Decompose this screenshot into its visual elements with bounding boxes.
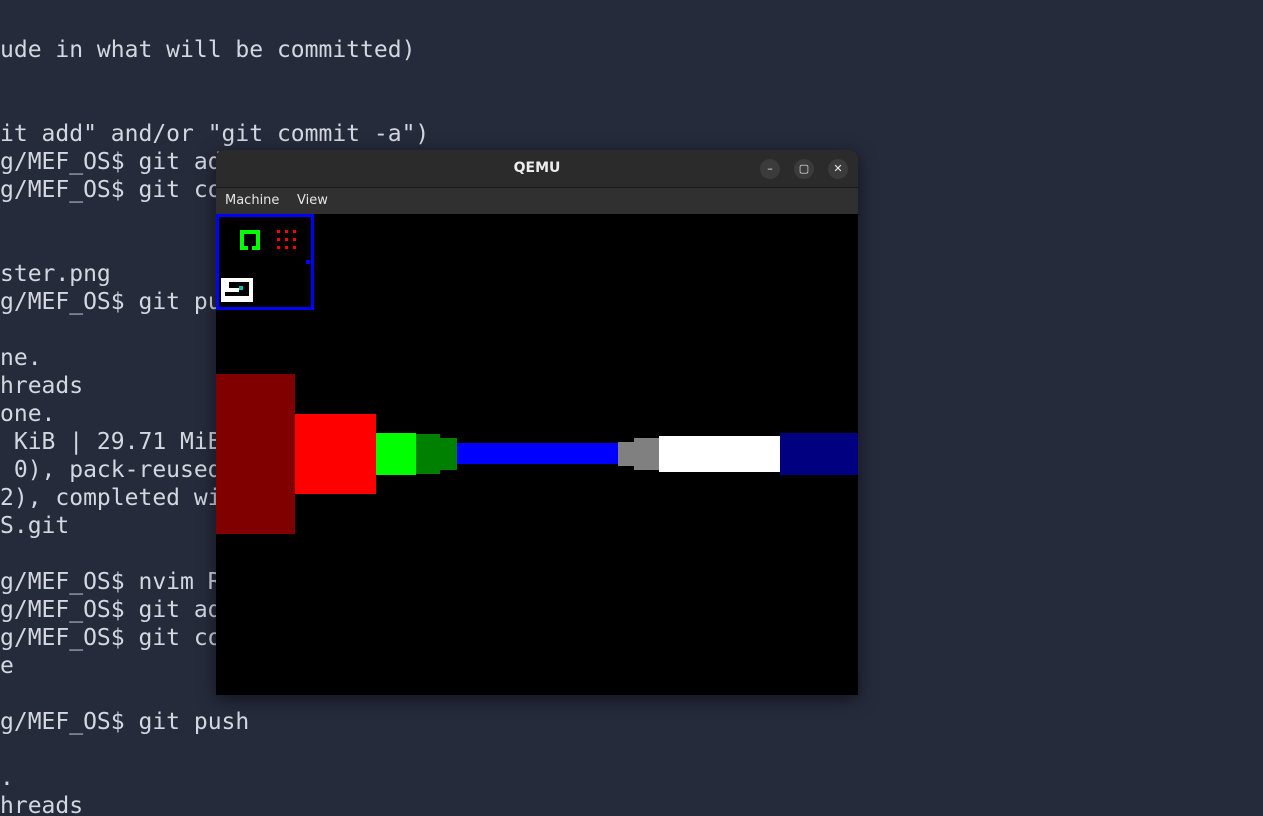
terminal-line: g/MEF_OS$ git add [0, 149, 236, 175]
minimize-icon: – [767, 162, 773, 175]
maroon-block [216, 374, 295, 534]
maximize-button[interactable]: ▢ [794, 159, 814, 179]
terminal-line: . [0, 765, 14, 791]
terminal-line: g/MEF_OS$ git add [0, 597, 236, 623]
frame-marker [306, 260, 310, 264]
terminal-line: 2), completed wi [0, 485, 222, 511]
window-titlebar[interactable]: QEMU – ▢ ✕ [216, 150, 858, 188]
dark-green-block [416, 434, 440, 474]
terminal-line: ne. [0, 345, 42, 371]
terminal-line: e [0, 653, 14, 679]
minimize-button[interactable]: – [760, 159, 780, 179]
close-button[interactable]: ✕ [828, 159, 848, 179]
terminal-line: one. [0, 401, 56, 427]
console-glyph-icon [221, 278, 253, 302]
terminal-line: g/MEF_OS$ nvim R [0, 569, 222, 595]
menu-machine[interactable]: Machine [225, 188, 279, 214]
gray-block-small [618, 442, 634, 466]
guest-display[interactable] [216, 214, 858, 695]
terminal-line: it add" and/or "git commit -a") [0, 121, 430, 147]
terminal-line: 0), pack-reused [0, 457, 222, 483]
navy-block [780, 433, 858, 475]
terminal-line: KiB | 29.71 MiB [0, 429, 222, 455]
green-block [376, 433, 416, 475]
gray-block [634, 438, 659, 470]
terminal-line: ster.png [0, 261, 111, 287]
qemu-window[interactable]: QEMU – ▢ ✕ Machine View [216, 150, 858, 695]
terminal-line: g/MEF_OS$ git push [0, 709, 250, 735]
terminal-line: hreads [0, 793, 84, 816]
terminal-line: g/MEF_OS$ git push [0, 289, 250, 315]
terminal-line: hreads [0, 373, 84, 399]
blue-block [457, 443, 618, 464]
maximize-icon: ▢ [798, 162, 810, 175]
red-dots-icon [277, 230, 297, 250]
terminal-line: g/MEF_OS$ git co [0, 625, 222, 651]
green-glyph-icon [240, 230, 260, 250]
dark-green-block-small [440, 438, 457, 470]
terminal-line: S.git [0, 513, 70, 539]
menu-bar: Machine View [216, 188, 858, 214]
terminal-line: ude in what will be committed) [0, 37, 416, 63]
close-icon: ✕ [833, 162, 843, 175]
white-block [659, 436, 780, 472]
menu-view[interactable]: View [297, 188, 328, 214]
red-block [295, 414, 376, 494]
